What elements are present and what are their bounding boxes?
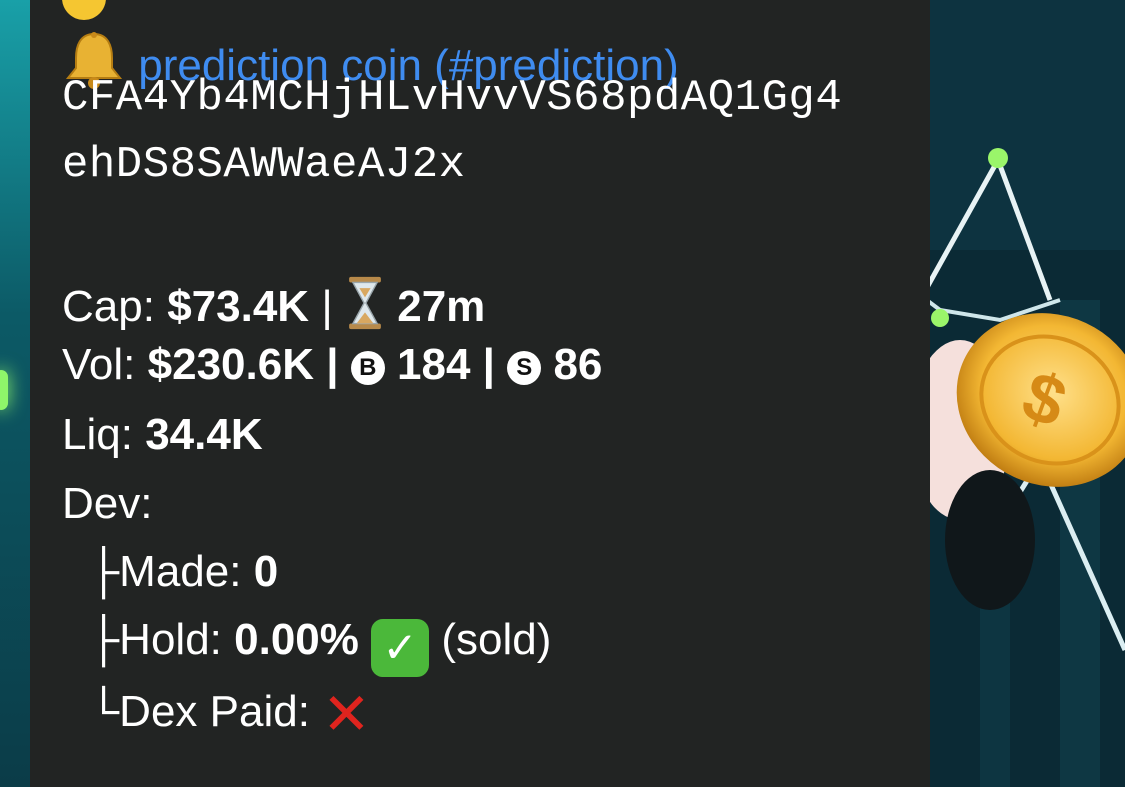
dev-label: Dev: (62, 479, 153, 528)
hourglass-icon (349, 276, 381, 330)
liq-value: 34.4K (145, 410, 263, 459)
made-label: ├Made: (88, 547, 242, 596)
vol-value: $230.6K (147, 340, 314, 389)
contract-address-line-2[interactable]: ehDS8SAWWaeAJ2x (62, 143, 466, 187)
vol-label: Vol: (62, 340, 136, 389)
message-bubble: prediction coin (#prediction) CFA4Yb4MCH… (30, 0, 930, 787)
age-value: 27m (397, 282, 486, 331)
separator: | (326, 340, 339, 389)
hold-note: (sold) (441, 615, 552, 664)
sells-value: 86 (553, 340, 603, 389)
wallpaper-glow-dot (0, 370, 8, 410)
dev-dex-paid-line: └Dex Paid: ✕ (88, 686, 371, 744)
wallpaper-left-strip (0, 0, 32, 787)
cap-line: Cap: $73.4K | 27m (62, 275, 485, 331)
hold-label: ├Hold: (88, 615, 222, 664)
dev-made-line: ├Made: 0 (88, 550, 278, 594)
sell-badge-icon: S (507, 351, 542, 385)
cap-value: $73.4K (167, 282, 310, 331)
separator: | (482, 340, 495, 389)
separator: | (321, 282, 333, 331)
dev-hold-line: ├Hold: 0.00% ✓ (sold) (88, 618, 551, 677)
coin-emoji-icon (62, 0, 106, 20)
check-mark-icon: ✓ (371, 619, 430, 677)
dev-line: Dev: (62, 482, 152, 526)
vol-line: Vol: $230.6K | B 184 | S 86 (62, 343, 602, 387)
cap-label: Cap: (62, 282, 155, 331)
buys-value: 184 (397, 340, 471, 389)
liq-line: Liq: 34.4K (62, 413, 263, 457)
dex-paid-label: └Dex Paid: (88, 687, 310, 736)
hold-value: 0.00% (234, 615, 359, 664)
liq-label: Liq: (62, 410, 133, 459)
buy-badge-icon: B (350, 351, 385, 385)
made-value: 0 (253, 547, 279, 596)
cross-mark-icon: ✕ (322, 682, 371, 747)
wallpaper-chart-art: $ (920, 0, 1125, 787)
cut-off-header-line (62, 0, 106, 28)
contract-address-line-1[interactable]: CFA4Yb4MCHjHLvHvvVS68pdAQ1Gg4 (62, 76, 842, 120)
